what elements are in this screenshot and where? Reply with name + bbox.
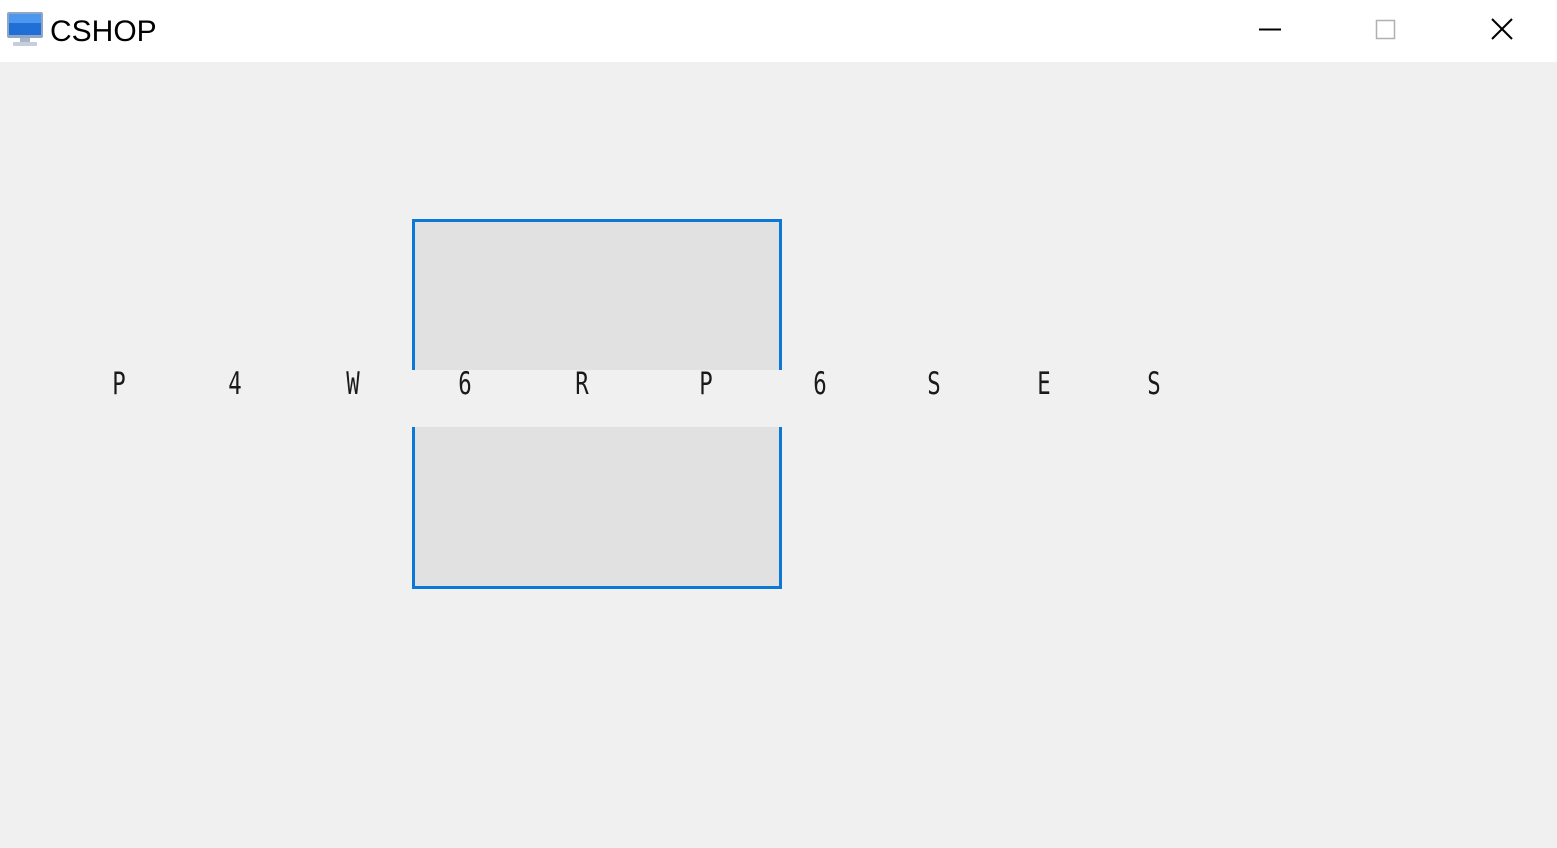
sequence-char-8: S [927, 366, 941, 402]
minimize-icon [1259, 28, 1281, 31]
title-bar[interactable]: CSHOP [0, 0, 1557, 62]
window-title: CSHOP [50, 15, 157, 48]
maximize-button[interactable] [1328, 0, 1444, 62]
sequence-char-4: 6 [458, 366, 472, 402]
monitor-icon [6, 10, 44, 48]
minimize-button[interactable] [1212, 0, 1328, 62]
close-button[interactable] [1444, 0, 1557, 62]
sequence-char-3: W [346, 366, 360, 402]
sequence-char-7: 6 [813, 366, 827, 402]
sequence-char-6: P [699, 366, 713, 402]
maximize-icon [1375, 19, 1396, 40]
sequence-char-9: E [1037, 366, 1051, 402]
sequence-char-1: P [112, 366, 126, 402]
sequence-char-5: R [575, 366, 589, 402]
close-icon [1491, 18, 1513, 40]
sequence-char-10: S [1147, 366, 1161, 402]
sequence-char-2: 4 [228, 366, 242, 402]
